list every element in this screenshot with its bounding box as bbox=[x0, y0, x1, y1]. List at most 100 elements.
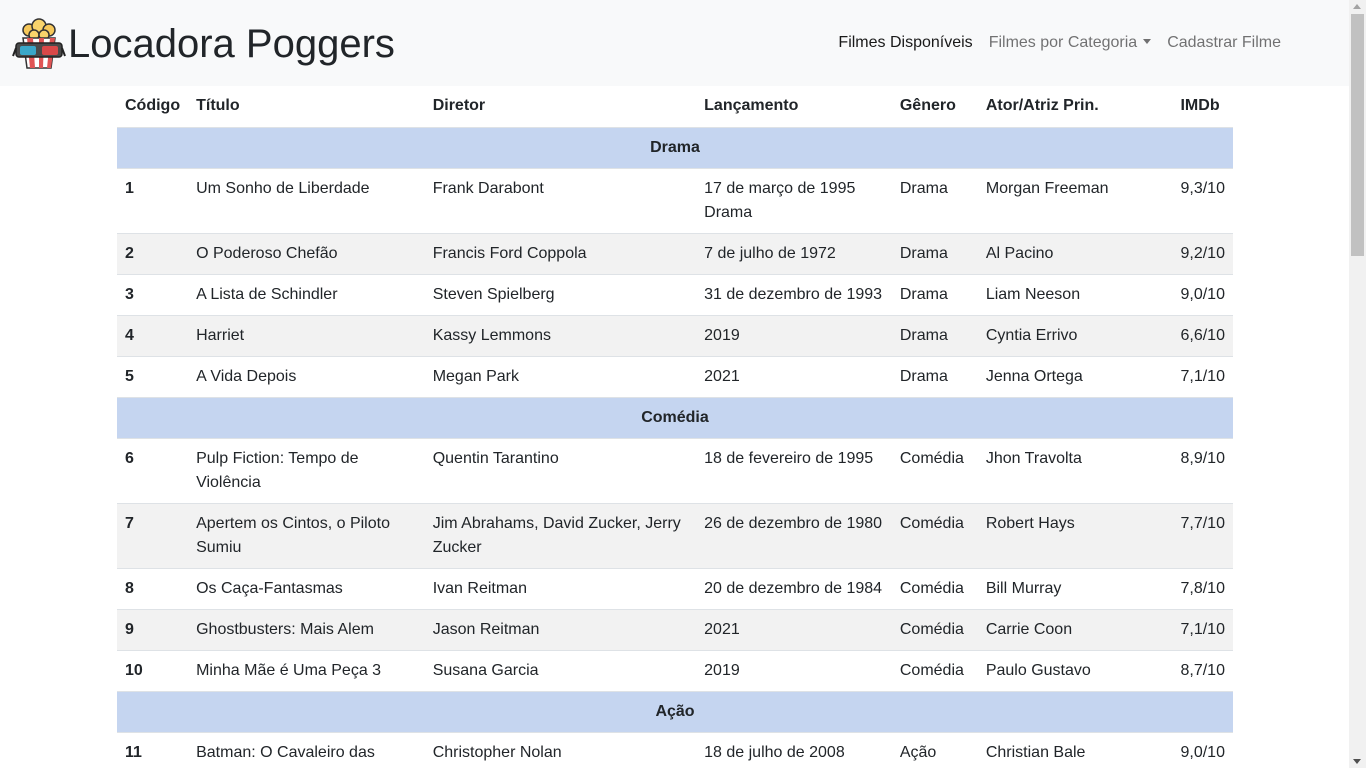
cell-lancamento: 2019 bbox=[696, 315, 892, 357]
popcorn-3d-glasses-icon bbox=[12, 18, 66, 69]
table-row: 7 Apertem os Cintos, o Piloto Sumiu Jim Ab… bbox=[117, 503, 1233, 569]
cell-lancamento: 20 de dezembro de 1984 bbox=[696, 568, 892, 610]
nav-filmes-disponiveis[interactable]: Filmes Disponíveis bbox=[830, 32, 980, 54]
cell-ator: Carrie Coon bbox=[977, 609, 1173, 651]
cell-titulo: Apertem os Cintos, o Piloto Sumiu bbox=[188, 503, 425, 569]
cell-titulo: Batman: O Cavaleiro das Trevas bbox=[188, 732, 425, 768]
page: Locadora Poggers Filmes Disponíveis Film… bbox=[0, 0, 1366, 768]
cell-genero: Drama bbox=[891, 315, 978, 357]
category-group-label: Ação bbox=[117, 691, 1233, 733]
category-group-label: Comédia bbox=[117, 397, 1233, 439]
cell-ator: Christian Bale bbox=[977, 732, 1173, 768]
cell-genero: Drama bbox=[891, 233, 978, 275]
cell-imdb: 7,1/10 bbox=[1172, 356, 1233, 398]
cell-ator: Jenna Ortega bbox=[977, 356, 1173, 398]
nav-filmes-por-categoria-dropdown[interactable]: Filmes por Categoria bbox=[981, 32, 1160, 54]
cell-codigo: 4 bbox=[117, 315, 189, 357]
cell-imdb: 7,8/10 bbox=[1172, 568, 1233, 610]
cell-diretor: Ivan Reitman bbox=[424, 568, 697, 610]
cell-titulo: Ghostbusters: Mais Alem bbox=[188, 609, 425, 651]
cell-diretor: Frank Darabont bbox=[424, 168, 697, 234]
header-titulo: Título bbox=[188, 86, 425, 128]
table-header-row: Código Título Diretor Lançamento Gênero … bbox=[117, 86, 1233, 128]
vertical-scrollbar[interactable] bbox=[1349, 0, 1366, 768]
cell-genero: Drama bbox=[891, 168, 978, 234]
cell-codigo: 9 bbox=[117, 609, 189, 651]
category-group-row: Ação bbox=[117, 691, 1233, 733]
category-group-row: Comédia bbox=[117, 397, 1233, 439]
table-row: 1 Um Sonho de Liberdade Frank Darabont 17 d… bbox=[117, 168, 1233, 234]
header-imdb: IMDb bbox=[1172, 86, 1233, 128]
cell-diretor: Megan Park bbox=[424, 356, 697, 398]
cell-imdb: 8,7/10 bbox=[1172, 650, 1233, 692]
cell-imdb: 9,0/10 bbox=[1172, 732, 1233, 768]
cell-genero: Comédia bbox=[891, 650, 978, 692]
table-row: 2O Poderoso Chefão Francis Ford Coppola 7 … bbox=[117, 233, 1233, 275]
cell-codigo: 3 bbox=[117, 274, 189, 316]
cell-lancamento: 7 de julho de 1972 bbox=[696, 233, 892, 275]
cell-titulo: A Lista de Schindler bbox=[188, 274, 425, 316]
cell-diretor: Jim Abrahams, David Zucker, Jerry Zucker bbox=[424, 503, 697, 569]
table-row: 10 Minha Mãe é Uma Peça 3 Susana Garcia 201… bbox=[117, 650, 1233, 692]
category-group-label: Drama bbox=[117, 127, 1233, 169]
cell-genero: Comédia bbox=[891, 609, 978, 651]
cell-lancamento: 17 de março de 1995 Drama bbox=[696, 168, 892, 234]
nav-filmes-por-categoria-label: Filmes por Categoria bbox=[988, 34, 1138, 51]
nav-links: Filmes Disponíveis Filmes por Categoria … bbox=[830, 32, 1289, 54]
navbar: Locadora Poggers Filmes Disponíveis Film… bbox=[0, 0, 1349, 86]
header-diretor: Diretor bbox=[424, 86, 697, 128]
cell-lancamento: 26 de dezembro de 1980 bbox=[696, 503, 892, 569]
cell-genero: Drama bbox=[891, 356, 978, 398]
cell-diretor: Kassy Lemmons bbox=[424, 315, 697, 357]
cell-codigo: 1 bbox=[117, 168, 189, 234]
scroll-up-arrow-icon[interactable] bbox=[1353, 4, 1361, 9]
table-row: 6 Pulp Fiction: Tempo de Violência Quentin… bbox=[117, 438, 1233, 504]
cell-codigo: 5 bbox=[117, 356, 189, 398]
brand-title: Locadora Poggers bbox=[68, 22, 395, 66]
header-ator: Ator/Atriz Prin. bbox=[977, 86, 1173, 128]
cell-codigo: 2 bbox=[117, 233, 189, 275]
cell-diretor: Christopher Nolan bbox=[424, 732, 697, 768]
cell-codigo: 6 bbox=[117, 438, 189, 504]
cell-titulo: O Poderoso Chefão bbox=[188, 233, 425, 275]
cell-ator: Morgan Freeman bbox=[977, 168, 1173, 234]
cell-imdb: 7,7/10 bbox=[1172, 503, 1233, 569]
cell-ator: Jhon Travolta bbox=[977, 438, 1173, 504]
movies-table-container: Código Título Diretor Lançamento Gênero … bbox=[117, 86, 1233, 768]
cell-genero: Drama bbox=[891, 274, 978, 316]
cell-genero: Comédia bbox=[891, 438, 978, 504]
cell-genero: Comédia bbox=[891, 503, 978, 569]
header-lancamento: Lançamento bbox=[696, 86, 892, 128]
header-codigo: Código bbox=[117, 86, 189, 128]
cell-imdb: 7,1/10 bbox=[1172, 609, 1233, 651]
nav-cadastrar-filme[interactable]: Cadastrar Filme bbox=[1159, 32, 1289, 54]
table-body: Drama 1 Um Sonho de Liberdade Frank Darabon… bbox=[117, 127, 1233, 768]
table-row: 5A Vida Depois Megan Park 2021 Drama Jenna O… bbox=[117, 356, 1233, 398]
cell-imdb: 6,6/10 bbox=[1172, 315, 1233, 357]
cell-imdb: 9,2/10 bbox=[1172, 233, 1233, 275]
cell-codigo: 11 bbox=[117, 732, 189, 768]
scroll-down-arrow-icon[interactable] bbox=[1353, 759, 1361, 764]
cell-genero: Ação bbox=[891, 732, 978, 768]
cell-titulo: Um Sonho de Liberdade bbox=[188, 168, 425, 234]
scroll-thumb[interactable] bbox=[1351, 14, 1364, 256]
cell-imdb: 9,3/10 bbox=[1172, 168, 1233, 234]
cell-diretor: Steven Spielberg bbox=[424, 274, 697, 316]
brand[interactable]: Locadora Poggers bbox=[12, 18, 395, 70]
cell-titulo: Os Caça-Fantasmas bbox=[188, 568, 425, 610]
cell-titulo: Minha Mãe é Uma Peça 3 bbox=[188, 650, 425, 692]
table-row: 8 Os Caça-Fantasmas Ivan Reitman 20 de deze… bbox=[117, 568, 1233, 610]
table-row: 11Batman: O Cavaleiro das TrevasChristop… bbox=[117, 732, 1233, 768]
cell-ator: Bill Murray bbox=[977, 568, 1173, 610]
cell-codigo: 8 bbox=[117, 568, 189, 610]
chevron-down-icon bbox=[1143, 39, 1152, 44]
cell-genero: Comédia bbox=[891, 568, 978, 610]
cell-titulo: A Vida Depois bbox=[188, 356, 425, 398]
table-row: 4 Harriet Kassy Lemmons 2019 Drama Cyntia Err… bbox=[117, 315, 1233, 357]
cell-lancamento: 18 de fevereiro de 1995 bbox=[696, 438, 892, 504]
cell-codigo: 7 bbox=[117, 503, 189, 569]
cell-ator: Cyntia Errivo bbox=[977, 315, 1173, 357]
cell-diretor: Quentin Tarantino bbox=[424, 438, 697, 504]
cell-ator: Liam Neeson bbox=[977, 274, 1173, 316]
cell-titulo: Harriet bbox=[188, 315, 425, 357]
